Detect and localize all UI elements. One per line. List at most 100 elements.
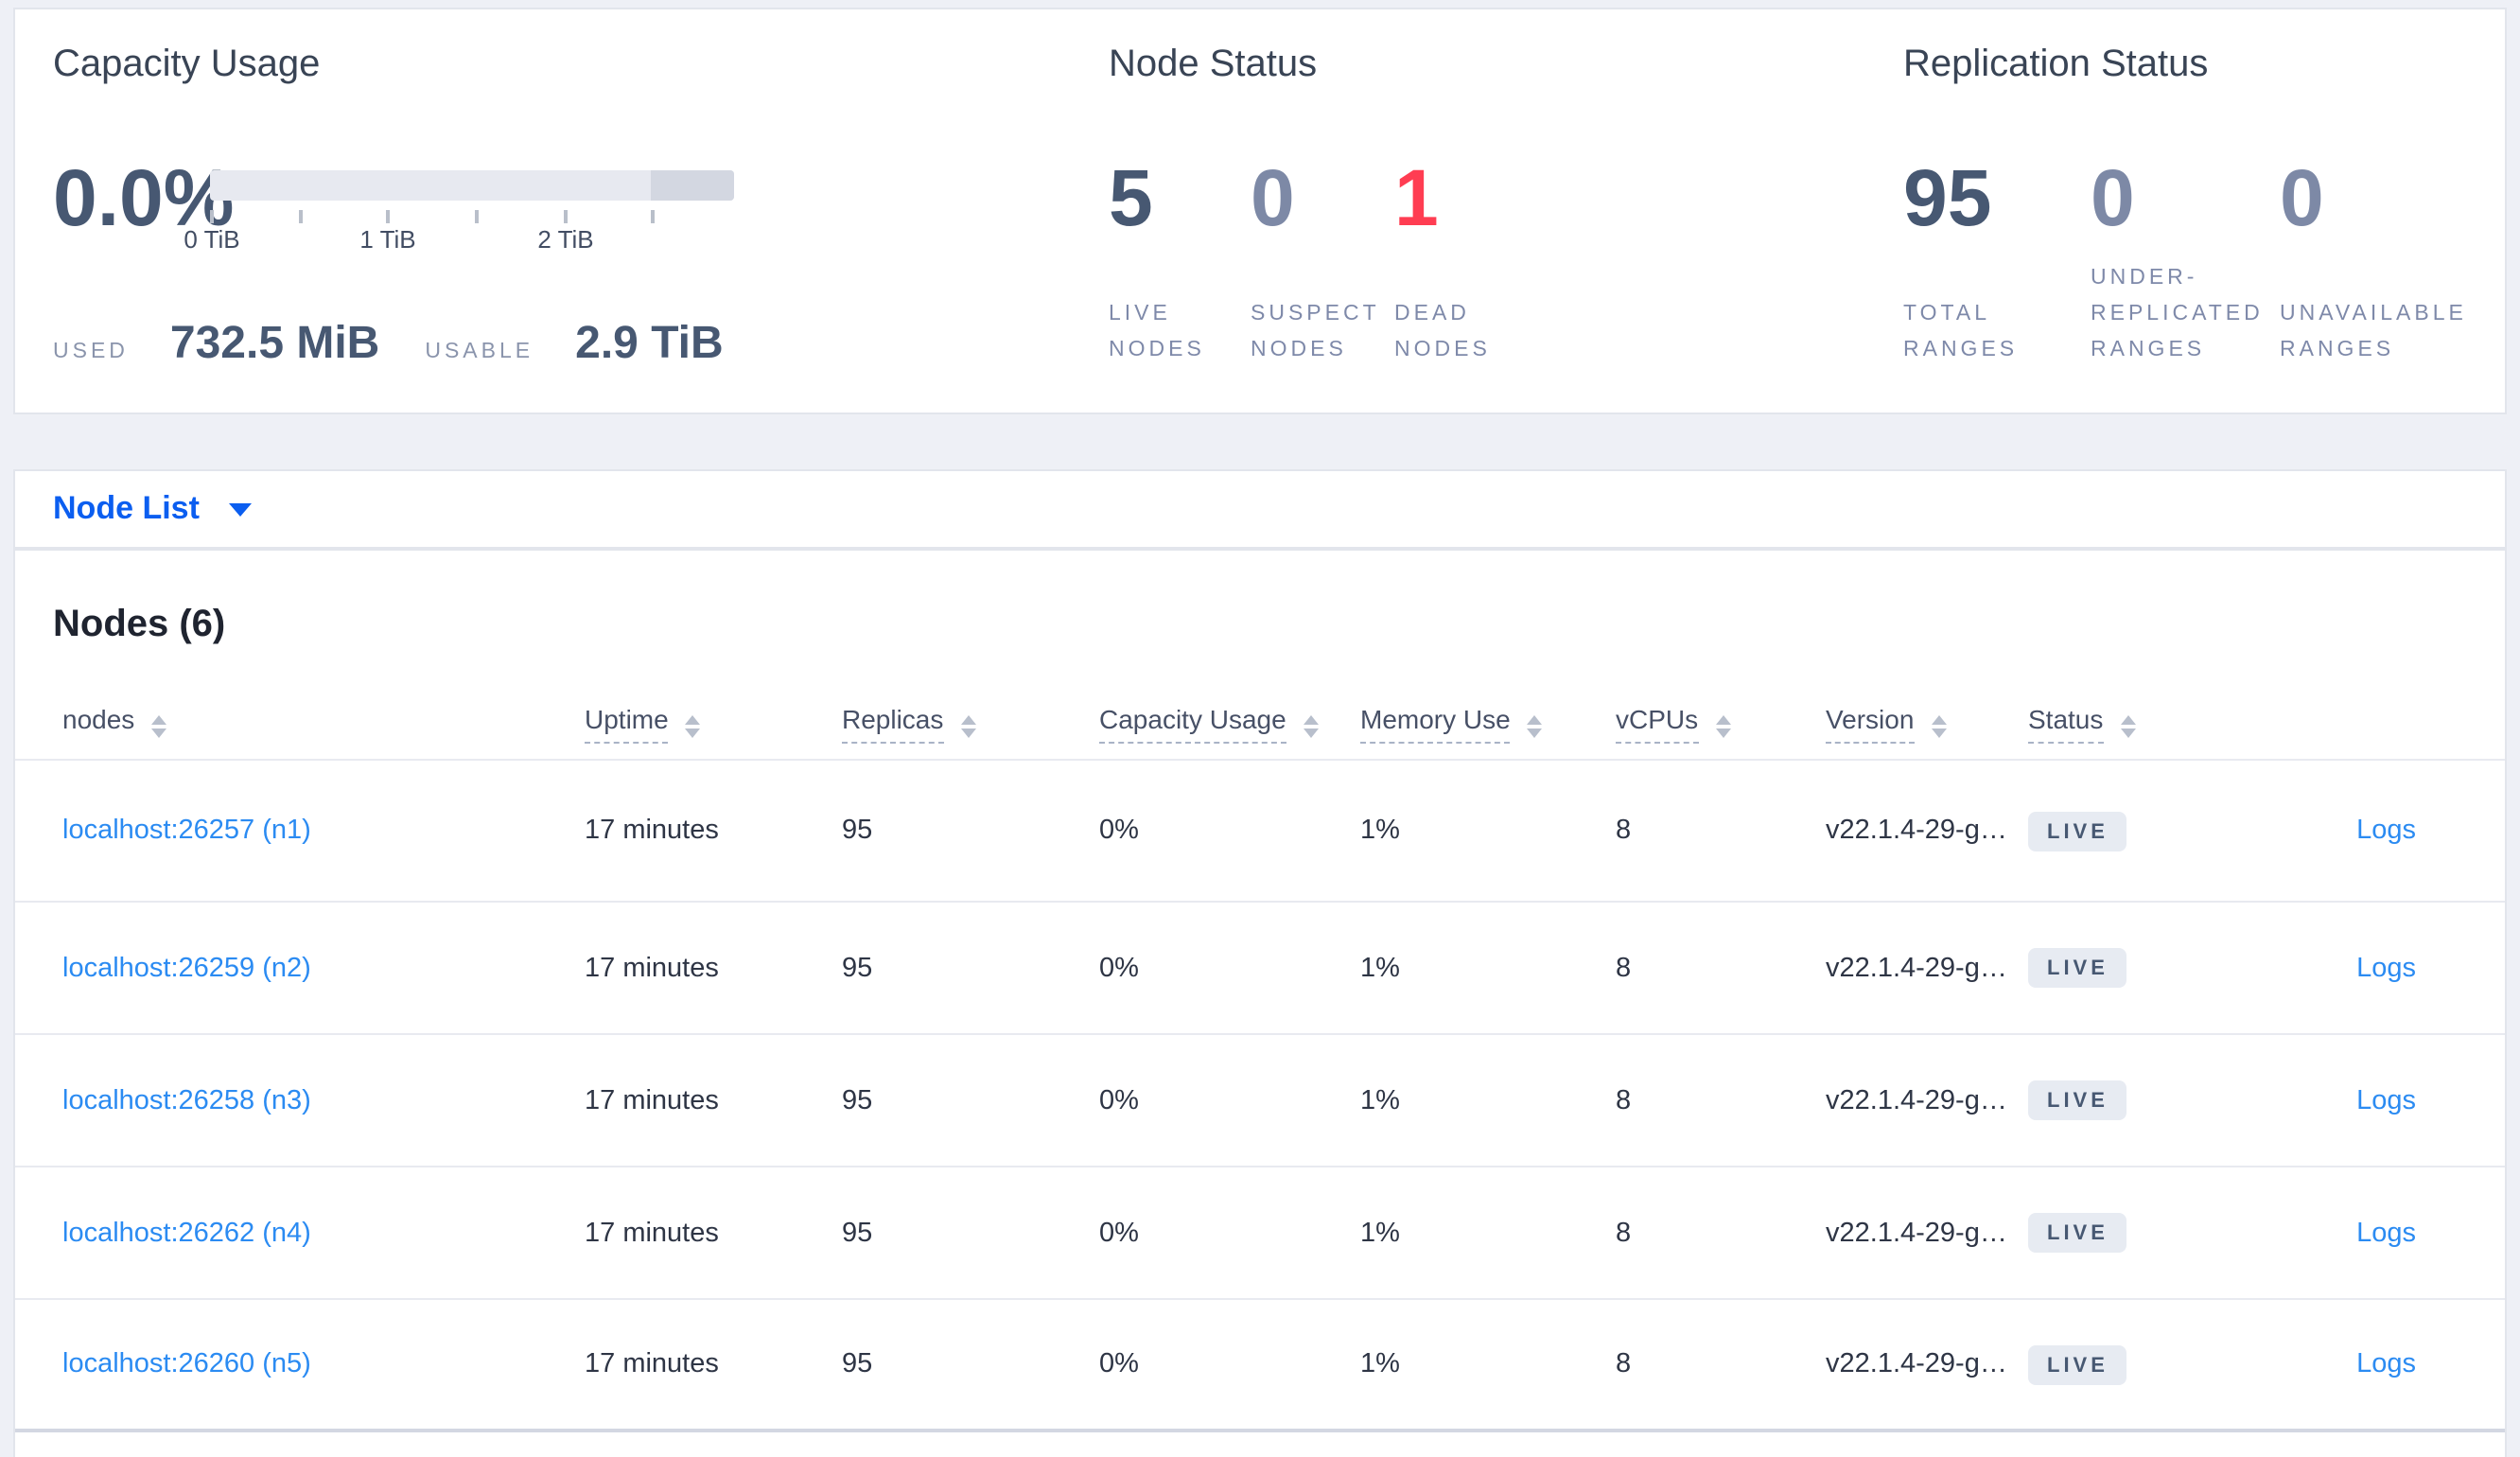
view-selector-bar: Node List bbox=[13, 469, 2507, 549]
capacity-axis-ticks bbox=[210, 210, 734, 225]
replicas-cell: 95 bbox=[842, 953, 873, 983]
replicas-cell: 95 bbox=[842, 1349, 873, 1379]
node-link[interactable]: localhost:26260 (n5) bbox=[62, 1349, 311, 1379]
logs-link[interactable]: Logs bbox=[2356, 1349, 2416, 1379]
node-link[interactable]: localhost:26262 (n4) bbox=[62, 1218, 311, 1248]
suspect-nodes-count: 0 bbox=[1251, 153, 1295, 242]
used-label: USED bbox=[53, 341, 129, 363]
dead-nodes-count: 1 bbox=[1394, 153, 1439, 242]
column-header-vcpus[interactable]: vCPUs bbox=[1616, 703, 1826, 743]
column-header-capacity-usage[interactable]: Capacity Usage bbox=[1099, 703, 1360, 743]
suspect-nodes-label: SUSPECT NODES bbox=[1251, 303, 1380, 361]
memory-cell: 1% bbox=[1360, 1349, 1400, 1379]
version-cell: v22.1.4-29-g… bbox=[1826, 1218, 2007, 1248]
column-header-uptime[interactable]: Uptime bbox=[585, 703, 842, 743]
sort-icon bbox=[2120, 714, 2136, 737]
vcpus-cell: 8 bbox=[1616, 1085, 1632, 1115]
uptime-cell: 17 minutes bbox=[585, 1349, 719, 1379]
node-link[interactable]: localhost:26257 (n1) bbox=[62, 816, 311, 846]
sort-icon bbox=[1527, 714, 1543, 737]
status-badge: LIVE bbox=[2028, 948, 2127, 988]
column-header-replicas[interactable]: Replicas bbox=[842, 703, 1099, 743]
logs-link[interactable]: Logs bbox=[2356, 953, 2416, 983]
node-link[interactable]: localhost:26258 (n3) bbox=[62, 1085, 311, 1115]
version-cell: v22.1.4-29-g… bbox=[1826, 1349, 2007, 1379]
cluster-summary-card: Capacity Usage 0.0% 0 TiB 1 TiB 2 TiB US… bbox=[13, 8, 2507, 414]
unavailable-ranges-stat: 0 UNAVAILABLE RANGES bbox=[2280, 151, 2469, 369]
replicas-cell: 95 bbox=[842, 1218, 873, 1248]
node-link[interactable]: localhost:26259 (n2) bbox=[62, 953, 311, 983]
axis-tick bbox=[651, 210, 655, 223]
replicas-cell: 95 bbox=[842, 816, 873, 846]
uptime-cell: 17 minutes bbox=[585, 1218, 719, 1248]
vcpus-cell: 8 bbox=[1616, 816, 1632, 846]
table-row: localhost:26258 (n3) 17 minutes 95 0% 1%… bbox=[15, 1035, 2505, 1167]
sort-icon bbox=[685, 714, 701, 737]
under-replicated-ranges-stat: 0 UNDER- REPLICATED RANGES bbox=[2091, 151, 2270, 369]
memory-cell: 1% bbox=[1360, 1085, 1400, 1115]
vcpus-cell: 8 bbox=[1616, 1349, 1632, 1379]
unavailable-ranges-count: 0 bbox=[2280, 153, 2324, 242]
usable-value: 2.9 TiB bbox=[575, 318, 724, 369]
live-nodes-label: LIVE NODES bbox=[1109, 303, 1205, 361]
capacity-usage-bar bbox=[210, 170, 734, 201]
axis-tick bbox=[475, 210, 479, 223]
unavailable-ranges-label: UNAVAILABLE RANGES bbox=[2280, 303, 2467, 361]
total-ranges-label: TOTAL RANGES bbox=[1903, 303, 2019, 361]
capacity-cell: 0% bbox=[1099, 953, 1139, 983]
nodes-table-header: nodes Uptime Replicas Capacity Usage Mem… bbox=[15, 681, 2505, 761]
logs-link[interactable]: Logs bbox=[2356, 1218, 2416, 1248]
status-badge: LIVE bbox=[2028, 1344, 2127, 1384]
uptime-cell: 17 minutes bbox=[585, 953, 719, 983]
axis-tick-label: 2 TiB bbox=[537, 225, 594, 254]
capacity-cell: 0% bbox=[1099, 1218, 1139, 1248]
table-row: localhost:26257 (n1) 17 minutes 95 0% 1%… bbox=[15, 761, 2505, 903]
sort-icon bbox=[1303, 714, 1319, 737]
uptime-cell: 17 minutes bbox=[585, 1085, 719, 1115]
capacity-usage-title: Capacity Usage bbox=[53, 44, 321, 85]
table-row: localhost:26260 (n5) 17 minutes 95 0% 1%… bbox=[15, 1300, 2505, 1432]
axis-tick-label: 0 TiB bbox=[184, 225, 240, 254]
used-value: 732.5 MiB bbox=[169, 318, 380, 369]
axis-tick bbox=[564, 210, 568, 223]
dead-nodes-stat: 1 DEAD NODES bbox=[1394, 151, 1527, 369]
total-ranges-count: 95 bbox=[1903, 153, 1992, 242]
version-cell: v22.1.4-29-g… bbox=[1826, 816, 2007, 846]
axis-tick bbox=[386, 210, 390, 223]
cluster-overview-page: Capacity Usage 0.0% 0 TiB 1 TiB 2 TiB US… bbox=[0, 0, 2520, 1457]
vcpus-cell: 8 bbox=[1616, 1218, 1632, 1248]
capacity-used-usable-row: USED 732.5 MiB USABLE 2.9 TiB bbox=[53, 318, 724, 371]
capacity-cell: 0% bbox=[1099, 816, 1139, 846]
under-replicated-ranges-label: UNDER- REPLICATED RANGES bbox=[2091, 267, 2264, 361]
column-header-status[interactable]: Status bbox=[2028, 703, 2217, 743]
nodes-section-title: Nodes (6) bbox=[53, 604, 226, 645]
sort-icon bbox=[1931, 714, 1947, 737]
sort-icon bbox=[1715, 714, 1731, 737]
sort-icon bbox=[960, 714, 976, 737]
usable-label: USABLE bbox=[425, 341, 534, 363]
memory-cell: 1% bbox=[1360, 953, 1400, 983]
capacity-usage-bar-reserved-segment bbox=[651, 170, 734, 201]
capacity-cell: 0% bbox=[1099, 1349, 1139, 1379]
suspect-nodes-stat: 0 SUSPECT NODES bbox=[1251, 151, 1387, 369]
axis-tick bbox=[299, 210, 303, 223]
live-nodes-count: 5 bbox=[1109, 153, 1153, 242]
live-nodes-stat: 5 LIVE NODES bbox=[1109, 151, 1241, 369]
version-cell: v22.1.4-29-g… bbox=[1826, 953, 2007, 983]
logs-link[interactable]: Logs bbox=[2356, 816, 2416, 846]
status-badge: LIVE bbox=[2028, 1080, 2127, 1120]
under-replicated-ranges-count: 0 bbox=[2091, 153, 2135, 242]
vcpus-cell: 8 bbox=[1616, 953, 1632, 983]
axis-tick-label: 1 TiB bbox=[359, 225, 416, 254]
logs-link[interactable]: Logs bbox=[2356, 1085, 2416, 1115]
chevron-down-icon bbox=[229, 502, 253, 516]
node-list-dropdown[interactable]: Node List bbox=[53, 490, 253, 528]
status-badge: LIVE bbox=[2028, 811, 2127, 851]
column-header-nodes[interactable]: nodes bbox=[62, 703, 585, 737]
table-row: localhost:26259 (n2) 17 minutes 95 0% 1%… bbox=[15, 903, 2505, 1035]
capacity-cell: 0% bbox=[1099, 1085, 1139, 1115]
column-header-memory-use[interactable]: Memory Use bbox=[1360, 703, 1616, 743]
replication-status-title: Replication Status bbox=[1903, 44, 2209, 85]
column-header-version[interactable]: Version bbox=[1826, 703, 2028, 743]
dead-nodes-label: DEAD NODES bbox=[1394, 303, 1491, 361]
